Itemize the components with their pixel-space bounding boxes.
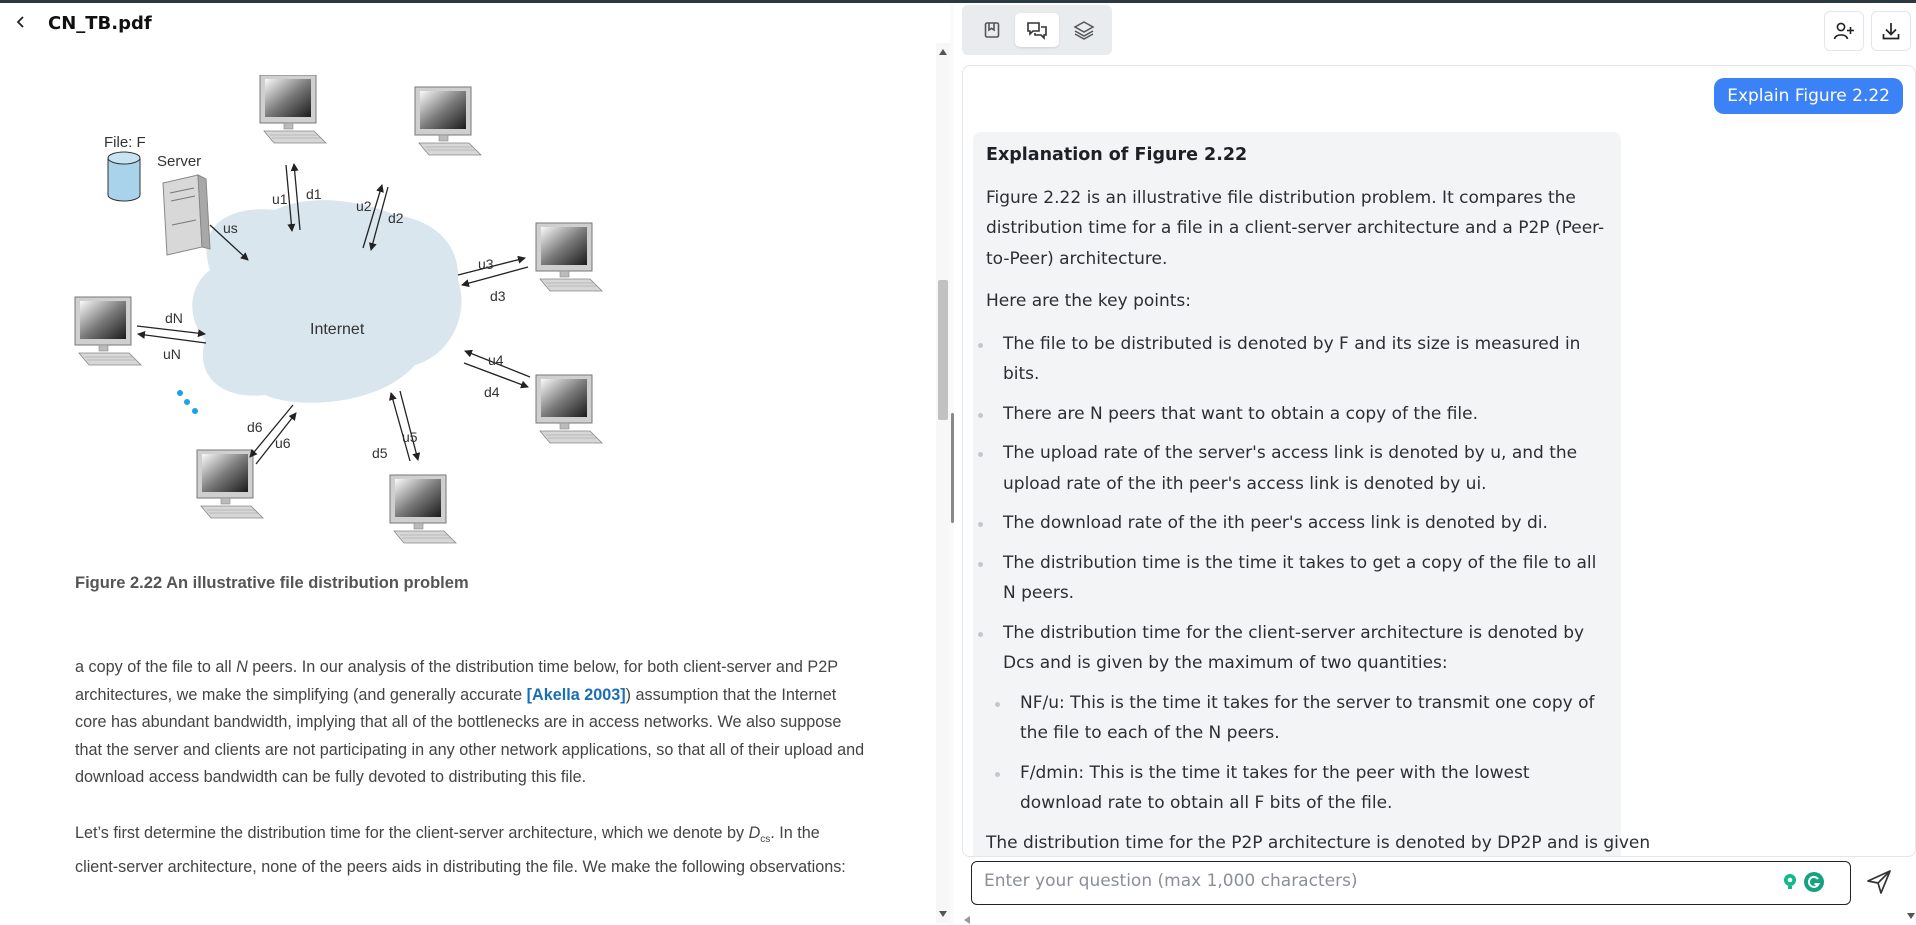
question-input-box[interactable] — [971, 861, 1851, 905]
scroll-left-icon[interactable] — [964, 916, 970, 924]
scroll-down-icon[interactable] — [1907, 913, 1915, 919]
dn-label: dN — [165, 310, 183, 326]
pdf-viewer: CN_TB.pdf Internet File: F Server us u1 … — [0, 3, 952, 925]
d5-label: d5 — [372, 445, 388, 461]
list-item: NF/u: This is the time it takes for the … — [986, 688, 1608, 749]
peer-3-computer-icon — [535, 222, 603, 292]
un-label: uN — [163, 346, 181, 362]
list-item: The upload rate of the server's access l… — [978, 438, 1608, 499]
d4-label: d4 — [484, 384, 500, 400]
para2-sub: cs — [760, 834, 771, 846]
list-item: F/dmin: This is the time it takes for th… — [986, 758, 1608, 819]
add-user-button[interactable] — [1824, 11, 1864, 51]
layers-tab[interactable] — [1062, 13, 1106, 47]
pdf-scroll-thumb[interactable] — [938, 280, 948, 420]
back-button[interactable] — [10, 11, 32, 33]
citation-link[interactable]: [Akella 2003] — [527, 686, 626, 704]
pdf-header: CN_TB.pdf — [0, 3, 940, 43]
para2-text-a: Let’s first determine the distribution t… — [75, 824, 749, 842]
figure-caption: Figure 2.22 An illustrative file distrib… — [75, 574, 469, 592]
list-item: The file to be distributed is denoted by… — [978, 329, 1608, 390]
chat-icon — [1027, 22, 1047, 40]
server-label: Server — [157, 153, 201, 170]
grammarly-icon[interactable] — [1804, 872, 1824, 892]
send-icon — [1867, 870, 1891, 894]
list-item: The distribution time is the time it tak… — [978, 548, 1608, 609]
file-cylinder-icon — [107, 151, 141, 202]
peer-1-computer-icon — [259, 74, 327, 144]
paragraph-1: a copy of the file to all N peers. In ou… — [75, 654, 865, 792]
server-icon — [162, 174, 211, 256]
list-item: The download rate of the ith peer's acce… — [978, 508, 1608, 539]
answer-subpoints: NF/u: This is the time it takes for the … — [986, 688, 1608, 819]
question-input[interactable] — [972, 862, 1796, 900]
internet-label: Internet — [310, 321, 365, 338]
us-label: us — [223, 220, 238, 236]
chat-scrollbar[interactable] — [1904, 43, 1916, 923]
figure-2-22: Internet File: F Server us u1 d1 u2 d2 u… — [60, 74, 620, 575]
d2-label: d2 — [388, 210, 404, 226]
bookmark-icon — [984, 22, 1000, 38]
peer-5-computer-icon — [389, 474, 457, 544]
file-label: File: F — [104, 134, 146, 151]
u6-label: u6 — [275, 435, 291, 451]
u3-label: u3 — [478, 256, 494, 272]
document-title: CN_TB.pdf — [48, 13, 152, 34]
answer-cut-text: The distribution time for the P2P archit… — [986, 832, 1651, 853]
bulb-icon[interactable] — [1780, 872, 1800, 892]
list-item: There are N peers that want to obtain a … — [978, 399, 1608, 430]
peer-2-computer-icon — [414, 86, 482, 156]
para1-text-a: a copy of the file to all — [75, 658, 237, 676]
answer-intro: Figure 2.22 is an illustrative file dist… — [986, 187, 1605, 269]
scroll-down-icon[interactable] — [939, 911, 947, 917]
panel-tabs — [962, 5, 1112, 55]
answer-lead: Here are the key points: — [986, 291, 1192, 311]
download-icon — [1882, 23, 1900, 40]
chat-thread[interactable]: Explain Figure 2.22 Explanation of Figur… — [962, 65, 1916, 857]
chat-tab[interactable] — [1015, 13, 1059, 47]
list-item: The distribution time for the client-ser… — [978, 618, 1608, 679]
d3-label: d3 — [490, 288, 506, 304]
d6-label: d6 — [247, 419, 263, 435]
layers-icon — [1073, 21, 1095, 40]
paragraph-2: Let’s first determine the distribution t… — [75, 820, 865, 881]
user-message: Explain Figure 2.22 — [1714, 78, 1903, 114]
file-distribution-diagram: Internet File: F Server us u1 d1 u2 d2 u… — [74, 74, 603, 544]
answer-heading: Explanation of Figure 2.22 — [986, 145, 1248, 165]
assistant-answer: Explanation of Figure 2.22 Figure 2.22 i… — [973, 132, 1651, 856]
send-button[interactable] — [1862, 865, 1896, 899]
chat-panel: Explain Figure 2.22 Explanation of Figur… — [954, 3, 1916, 925]
d1-label: d1 — [306, 186, 322, 202]
u4-label: u4 — [488, 352, 504, 368]
scroll-up-icon[interactable] — [939, 49, 947, 55]
peer-6-computer-icon — [196, 449, 264, 519]
para2-d: D — [748, 824, 761, 842]
chevron-left-icon — [16, 16, 24, 28]
add-user-icon — [1833, 22, 1854, 40]
u2-label: u2 — [356, 198, 372, 214]
u1-label: u1 — [272, 191, 288, 207]
pdf-scrollbar[interactable] — [936, 43, 950, 923]
u5-label: u5 — [402, 429, 418, 445]
para1-n: N — [236, 658, 248, 676]
bookmark-tab[interactable] — [970, 13, 1014, 47]
more-peers-dots — [177, 390, 198, 414]
answer-points: The file to be distributed is denoted by… — [978, 329, 1608, 679]
peer-n-computer-icon — [74, 296, 142, 366]
peer-4-computer-icon — [535, 374, 603, 444]
